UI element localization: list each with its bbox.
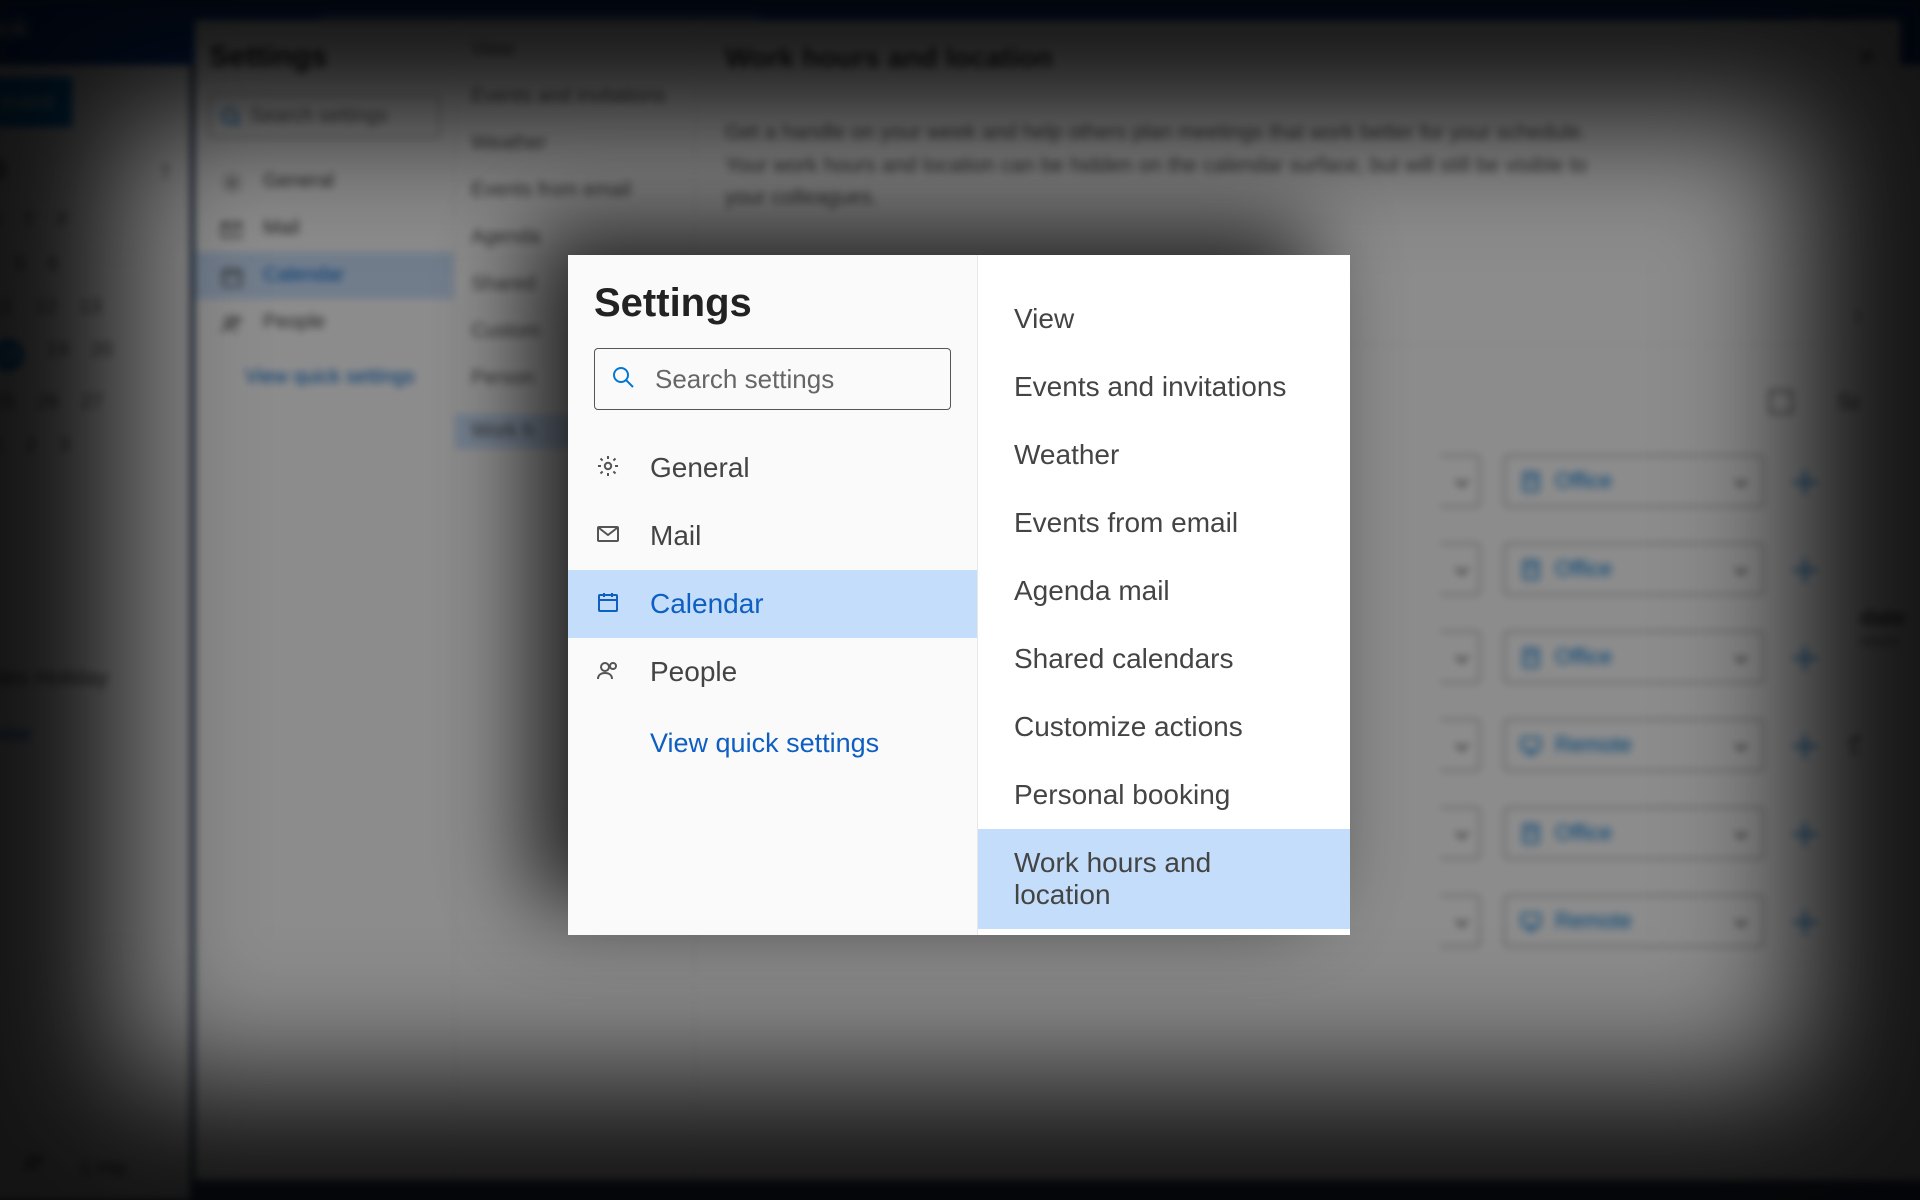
building-icon	[1519, 822, 1541, 844]
bg-settings-categories: Settings Search settings General Mail Ca…	[195, 20, 455, 1180]
add-button[interactable]: ＋	[1788, 808, 1822, 857]
location-dropdown[interactable]: Office	[1504, 455, 1764, 507]
year-text: 2020	[0, 155, 6, 186]
mail-icon	[594, 522, 626, 550]
building-icon	[1519, 558, 1541, 580]
bg-sub-weather[interactable]: Weather	[471, 132, 682, 155]
people-module-icon[interactable]	[22, 1151, 50, 1179]
people-icon	[215, 312, 247, 334]
calendar-list: dars dar day d States Holiday calendar	[0, 497, 182, 747]
chevron-down-icon[interactable]	[1450, 823, 1470, 843]
gear-icon	[215, 171, 247, 193]
location-dropdown[interactable]: Remote	[1504, 895, 1764, 947]
popup-cat-general[interactable]: General	[568, 434, 977, 502]
people-icon	[594, 658, 626, 686]
popup-cat-general-label: General	[650, 452, 750, 484]
chevron-down-icon[interactable]	[1450, 471, 1470, 491]
popup-cat-people[interactable]: People	[568, 638, 977, 706]
today-highlight[interactable]: 18	[0, 339, 24, 371]
add-button[interactable]: ＋	[1788, 720, 1822, 769]
popup-quick-settings-link[interactable]: View quick settings	[568, 706, 977, 759]
popup-sub-shared-calendars[interactable]: Shared calendars	[978, 625, 1350, 693]
bg-content-title: Work hours and location	[725, 42, 1870, 74]
bg-content-description: Get a handle on your week and help other…	[725, 117, 1625, 215]
chevron-down-icon	[1729, 559, 1749, 579]
bg-sub-view[interactable]: View	[471, 38, 682, 61]
bg-year-label: 2020 ↑	[0, 155, 182, 186]
popup-cat-people-label: People	[650, 656, 737, 688]
popup-cat-calendar[interactable]: Calendar	[568, 570, 977, 638]
chevron-down-icon[interactable]	[1450, 559, 1470, 579]
add-button[interactable]: ＋	[1788, 456, 1822, 505]
location-dropdown[interactable]: Office	[1504, 807, 1764, 859]
cal-dow-row: T W T F	[0, 210, 182, 233]
search-icon	[611, 365, 639, 393]
popup-categories-panel: Settings Search settings General Mail Ca…	[568, 255, 978, 935]
bg-quick-settings-link[interactable]: View quick settings	[209, 346, 440, 389]
popup-sub-agenda-mail[interactable]: Agenda mail	[978, 557, 1350, 625]
mail-icon	[215, 218, 247, 240]
building-icon	[1519, 470, 1541, 492]
bg-left-calendar-panel: ew event 2020 ↑ T W T F 3456 10111213 17…	[0, 65, 190, 1200]
popup-sub-view[interactable]: View	[978, 285, 1350, 353]
popup-cat-mail-label: Mail	[650, 520, 701, 552]
popup-cat-calendar-label: Calendar	[650, 588, 764, 620]
add-button[interactable]: ＋	[1788, 632, 1822, 681]
chevron-down-icon	[1729, 471, 1749, 491]
bg-settings-title: Settings	[209, 40, 440, 74]
gear-icon	[594, 454, 626, 482]
popup-sub-customize-actions[interactable]: Customize actions	[978, 693, 1350, 761]
chevron-down-icon	[1729, 823, 1749, 843]
bg-sub-events[interactable]: Events and invitations	[471, 85, 682, 108]
popup-sub-weather[interactable]: Weather	[978, 421, 1350, 489]
popup-cat-mail[interactable]: Mail	[568, 502, 977, 570]
popup-sub-events-from-email[interactable]: Events from email	[978, 489, 1350, 557]
bg-settings-search[interactable]: Search settings	[209, 94, 440, 138]
calendar-icon	[594, 590, 626, 618]
chevron-down-icon[interactable]	[1450, 647, 1470, 667]
time-label: 5 PM	[80, 1159, 127, 1182]
monitor-icon	[1519, 734, 1541, 756]
chevron-down-icon	[1729, 735, 1749, 755]
chevron-down-icon[interactable]	[1450, 735, 1470, 755]
new-event-button[interactable]: ew event	[0, 77, 72, 127]
monitor-icon	[1519, 910, 1541, 932]
chevron-down-icon	[1729, 647, 1749, 667]
popup-sub-personal-booking[interactable]: Personal booking	[978, 761, 1350, 829]
location-dropdown[interactable]: Office	[1504, 543, 1764, 595]
bg-sub-eventsemail[interactable]: Events from email	[471, 179, 682, 202]
mini-calendar[interactable]: T W T F 3456 10111213 17181920 24252627 …	[0, 210, 182, 457]
settings-popup: Settings Search settings General Mail Ca…	[568, 255, 1350, 935]
checkbox-sat[interactable]	[1769, 390, 1793, 414]
popup-sub-events-invitations[interactable]: Events and invitations	[978, 353, 1350, 421]
calendar-icon	[215, 265, 247, 287]
location-dropdown[interactable]: Remote	[1504, 719, 1764, 771]
up-arrow-icon[interactable]: ↑	[159, 155, 172, 186]
popup-sub-work-hours[interactable]: Work hours and location	[978, 829, 1350, 929]
bg-right-panel: date elem	[1860, 65, 1920, 1180]
bg-app-name: tlook	[0, 12, 29, 44]
bg-cat-people[interactable]: People	[209, 299, 440, 346]
popup-search-placeholder: Search settings	[655, 364, 834, 395]
popup-title: Settings	[568, 281, 977, 348]
chevron-down-icon[interactable]	[1450, 911, 1470, 931]
location-dropdown[interactable]: Office	[1504, 631, 1764, 683]
bg-settings-search-placeholder: Search settings	[250, 105, 388, 128]
add-button[interactable]: ＋	[1788, 896, 1822, 945]
bg-cat-calendar[interactable]: Calendar	[195, 252, 454, 299]
bg-cat-mail[interactable]: Mail	[209, 205, 440, 252]
building-icon	[1519, 646, 1541, 668]
popup-subcategories-panel: View Events and invitations Weather Even…	[978, 255, 1350, 935]
bg-cat-general[interactable]: General	[209, 158, 440, 205]
popup-search-input[interactable]: Search settings	[594, 348, 951, 410]
add-button[interactable]: ＋	[1788, 544, 1822, 593]
chevron-down-icon	[1729, 911, 1749, 931]
search-icon	[220, 106, 240, 126]
